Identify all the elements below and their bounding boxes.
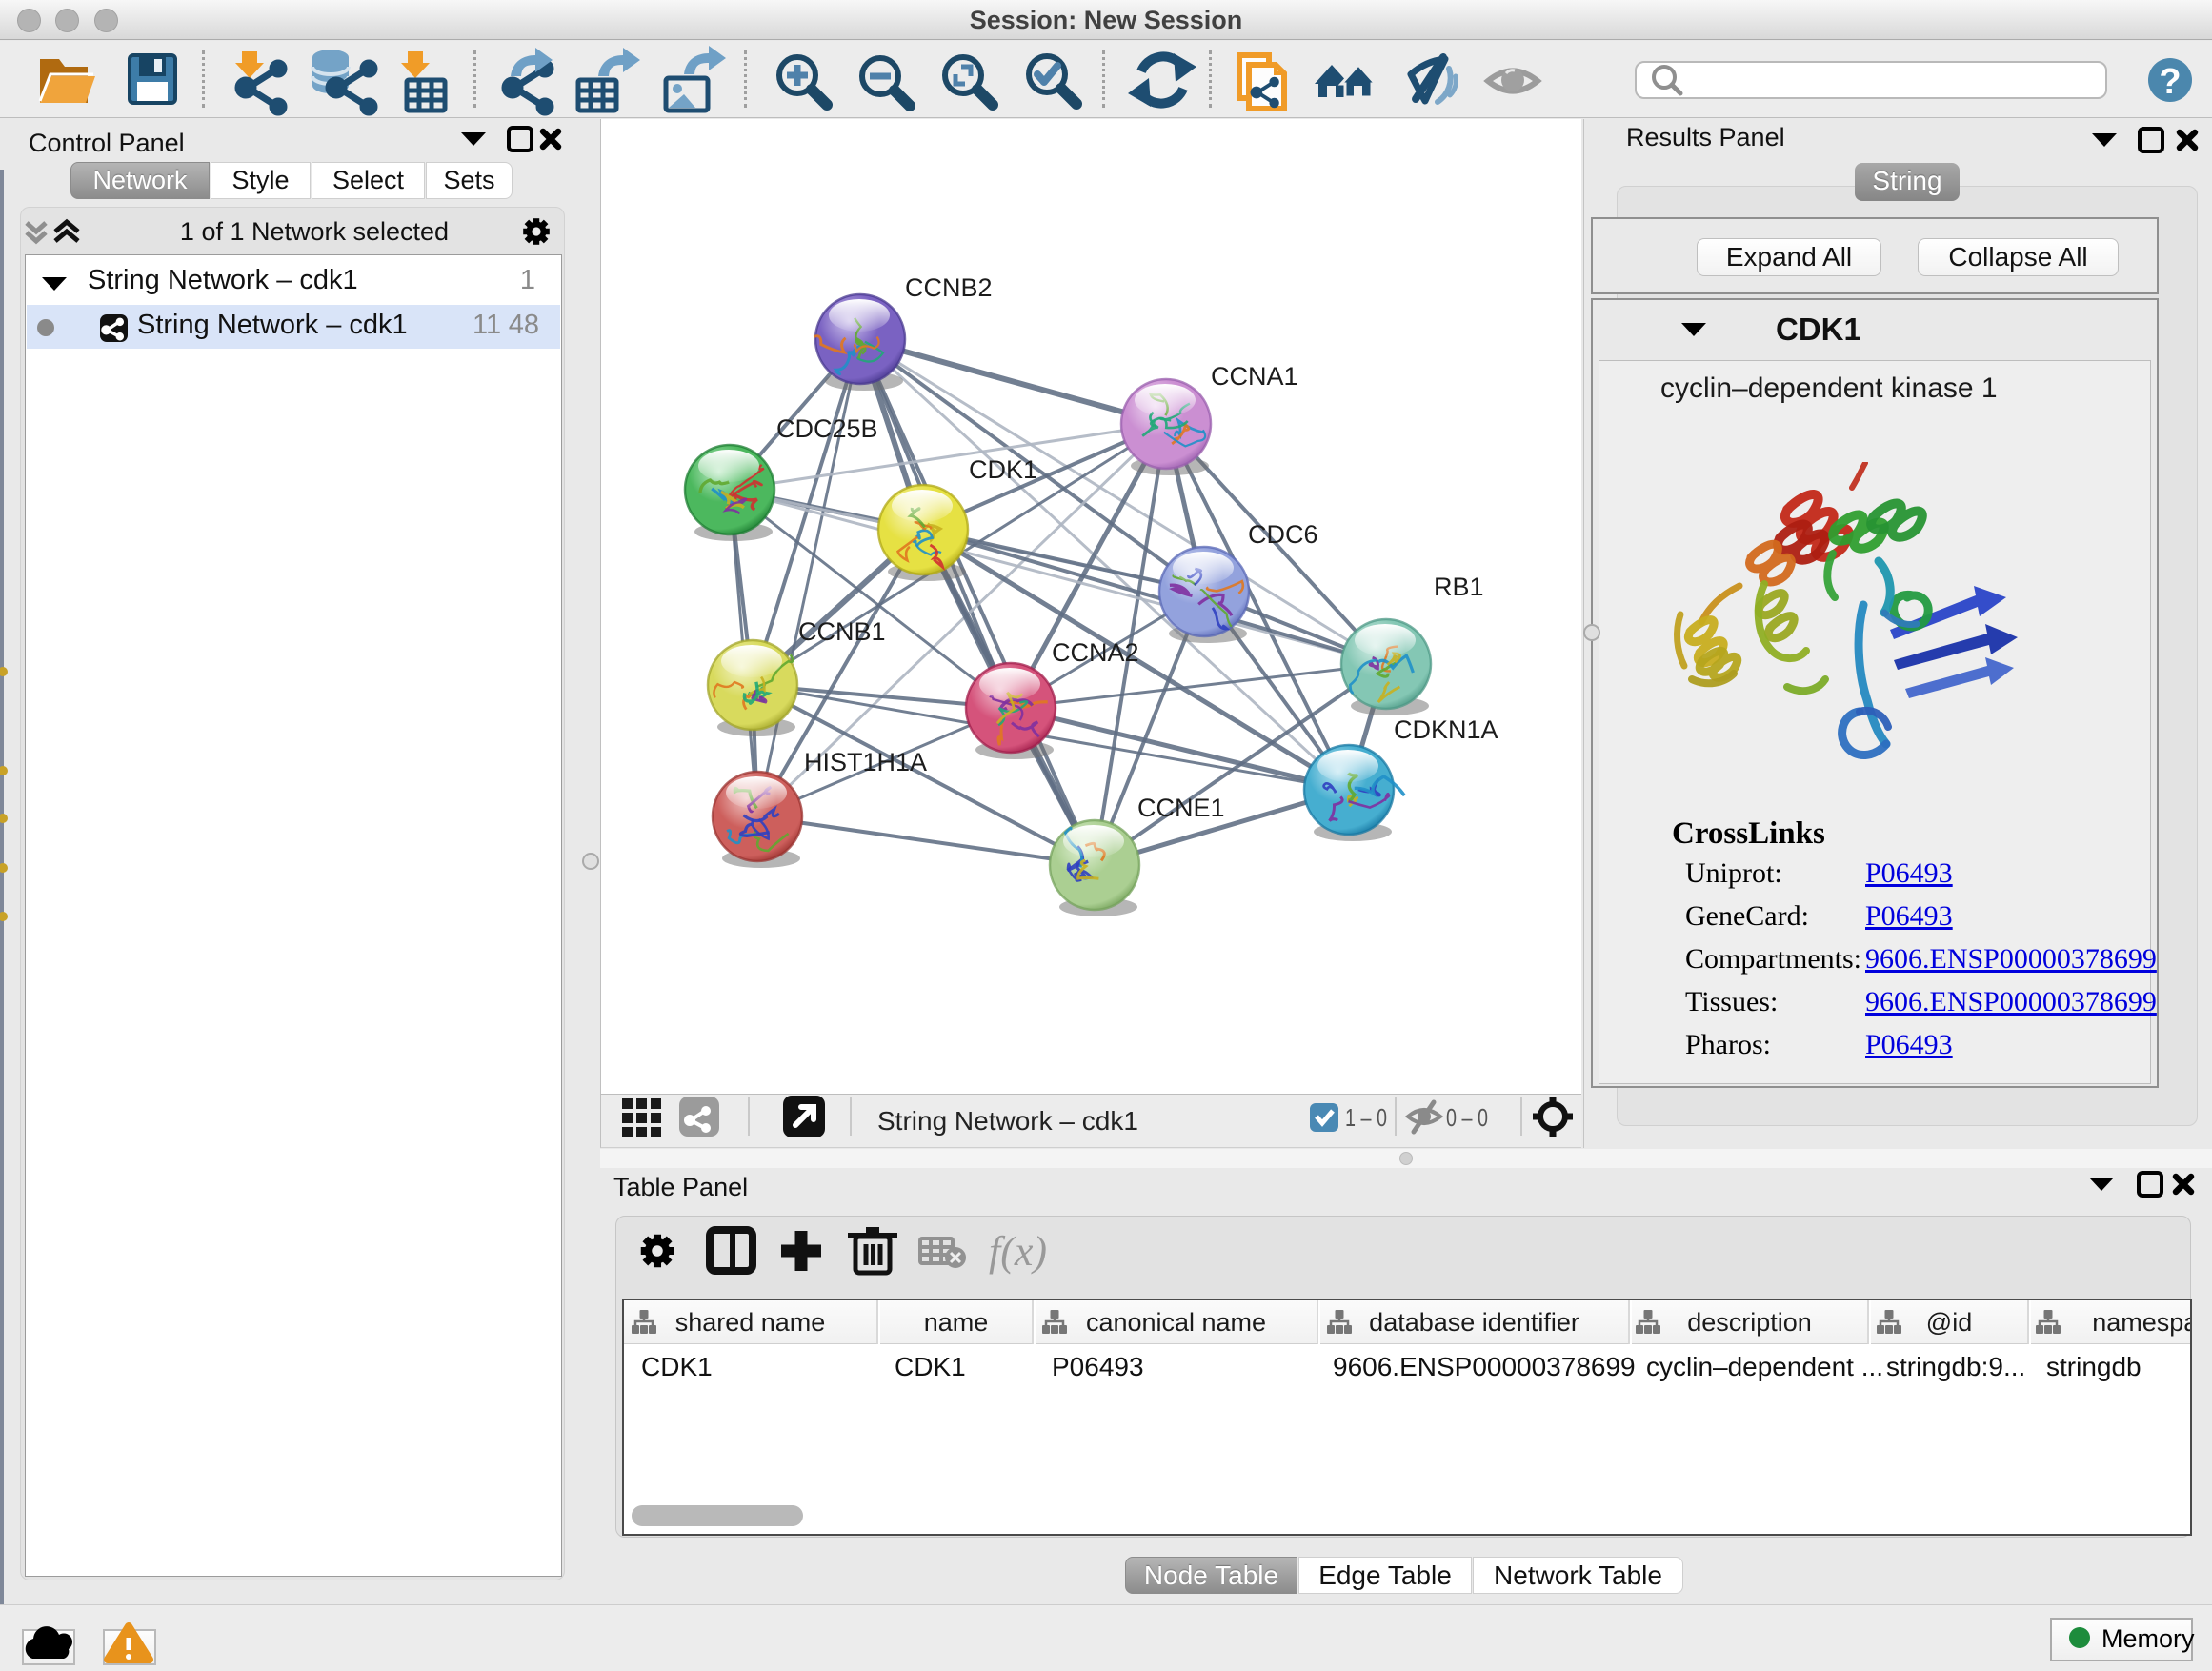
svg-text:CCNB2: CCNB2 bbox=[905, 273, 993, 302]
svg-text:CDC25B: CDC25B bbox=[776, 414, 878, 443]
svg-text:CCNA1: CCNA1 bbox=[1211, 362, 1298, 391]
svg-text:CCNA2: CCNA2 bbox=[1052, 638, 1139, 667]
svg-text:CCNE1: CCNE1 bbox=[1137, 794, 1225, 822]
svg-text:CDK1: CDK1 bbox=[969, 455, 1037, 484]
svg-text:HIST1H1A: HIST1H1A bbox=[804, 748, 927, 776]
svg-text:CCNB1: CCNB1 bbox=[798, 617, 886, 646]
svg-text:CDC6: CDC6 bbox=[1248, 520, 1318, 549]
svg-text:CDKN1A: CDKN1A bbox=[1394, 715, 1498, 744]
svg-text:RB1: RB1 bbox=[1434, 573, 1484, 601]
